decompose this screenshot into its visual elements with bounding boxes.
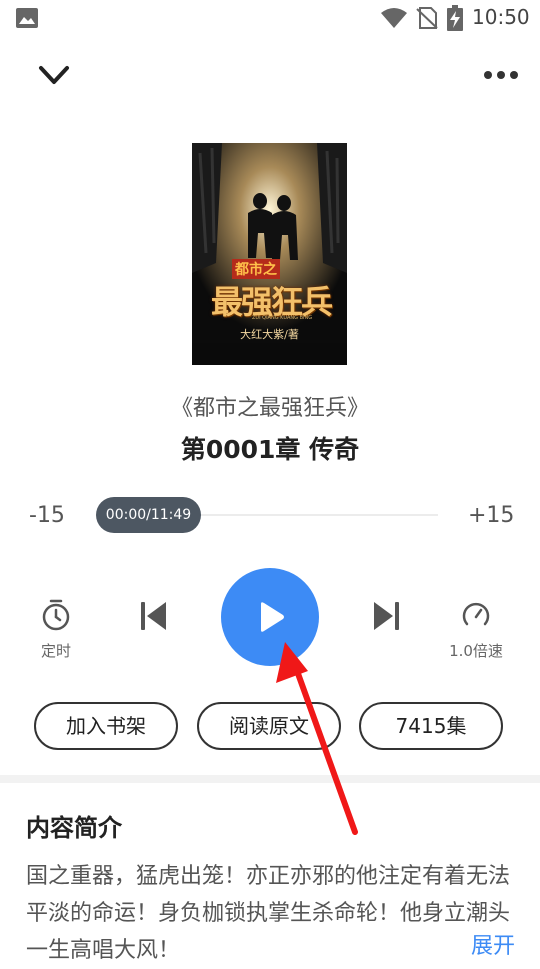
cover-title-small: 都市之 [232,259,280,279]
next-button[interactable] [370,599,402,633]
status-time: 10:50 [472,5,530,29]
chevron-down-icon [39,66,69,84]
collapse-button[interactable] [34,58,74,94]
previous-button[interactable] [138,599,170,633]
intro-text: 国之重器，猛虎出笼！亦正亦邪的他注定有着无法平淡的命运！身负枷锁执掌生杀命轮！他… [26,864,511,963]
speed-button[interactable]: 1.0倍速 [444,598,508,661]
book-name: 《都市之最强狂兵》 [170,396,369,421]
battery-charging-icon [447,5,463,31]
cover-author: 大红大紫/著 [240,328,299,341]
more-button[interactable] [480,62,524,88]
speed-label: 1.0倍速 [449,642,503,660]
timer-label: 定时 [40,642,71,660]
add-to-shelf-button[interactable]: 加入书架 [34,702,178,750]
cover-subtitle: ZUI QIANG KUANG BING [252,315,313,321]
timer-icon [42,599,70,631]
chapter-title: 第0001章 传奇 [180,435,360,464]
wifi-icon [381,8,407,28]
play-icon [261,602,284,632]
no-sim-icon [416,7,438,29]
expand-link[interactable]: 展开 [465,928,516,960]
timer-button[interactable]: 定时 [30,598,82,661]
book-cover[interactable]: 都市之 最强狂兵 ZUI QIANG KUANG BING 大红大紫/著 [192,143,347,365]
intro-heading: 内容简介 [26,814,122,842]
section-divider [0,775,540,783]
forward-15-button[interactable]: +15 [468,503,514,528]
gallery-icon [16,8,38,28]
rewind-15-button[interactable]: -15 [29,503,65,528]
progress-thumb[interactable]: 00:00/11:49 [96,497,201,533]
speed-icon [462,602,490,626]
play-button[interactable] [221,568,319,666]
status-bar: 10:50 [0,0,540,36]
read-original-button[interactable]: 阅读原文 [197,702,341,750]
more-dots-icon [484,71,518,79]
skip-previous-icon [141,602,166,630]
skip-next-icon [374,602,399,630]
episodes-button[interactable]: 7415集 [359,702,503,750]
